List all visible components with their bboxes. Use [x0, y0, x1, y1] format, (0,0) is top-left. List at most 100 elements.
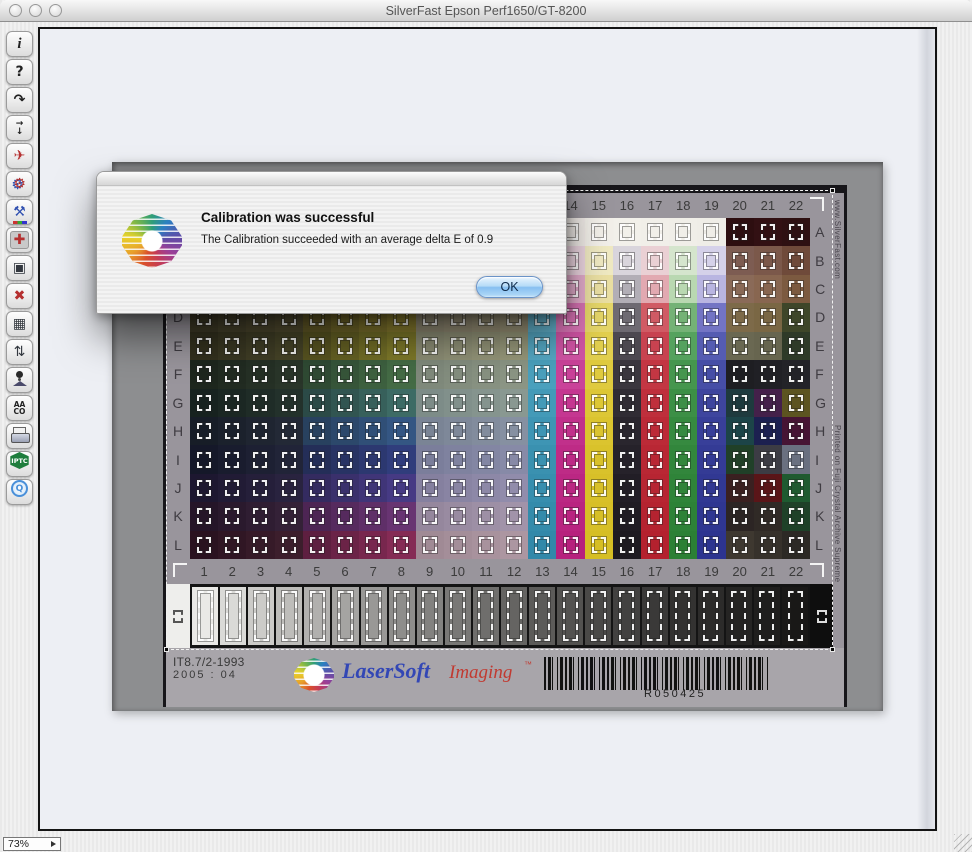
color-patch: [331, 332, 359, 360]
resize-grip[interactable]: [954, 834, 972, 852]
help-button[interactable]: ?: [6, 59, 33, 85]
grayscale-patch: [782, 587, 808, 645]
color-patch: [669, 502, 697, 530]
print-button[interactable]: [6, 423, 33, 449]
color-patch: [500, 474, 528, 502]
alert-dialog: Calibration was successful The Calibrati…: [96, 171, 567, 314]
patch-selection-ants: [592, 395, 606, 411]
grayscale-patch: [529, 587, 555, 645]
rotate-button[interactable]: ↷: [6, 87, 33, 113]
patch-selection-ants: [648, 281, 662, 297]
first-aid-button[interactable]: ✚: [6, 227, 33, 253]
color-patch: [416, 360, 444, 388]
red-cross-icon: ✚: [10, 231, 29, 249]
grayscale-patch: [670, 587, 696, 645]
ok-button[interactable]: OK: [476, 276, 543, 298]
color-tools-button[interactable]: ⚒: [6, 199, 33, 225]
text-aa-button[interactable]: AA CO: [6, 395, 33, 421]
column-number: 19: [697, 564, 725, 579]
color-patch: [641, 275, 669, 303]
patch-selection-ants: [225, 366, 239, 382]
color-patch: [697, 275, 725, 303]
patch-selection-ants: [620, 423, 634, 439]
patch-selection-ants: [451, 423, 465, 439]
color-patch: [275, 389, 303, 417]
color-patch: [613, 218, 641, 246]
airplane-button[interactable]: ✈: [6, 143, 33, 169]
column-number: 20: [726, 198, 754, 213]
grayscale-patch: [613, 587, 639, 645]
patch-selection-ants: [733, 452, 747, 468]
color-patch: [472, 332, 500, 360]
patch-selection-ants: [253, 423, 267, 439]
patch-selection-ants: [789, 309, 803, 325]
color-patch: [669, 303, 697, 331]
patch-selection-ants: [394, 452, 408, 468]
patch-selection-ants: [564, 452, 578, 468]
patch-selection-ants: [648, 480, 662, 496]
patch-selection-ants: [394, 366, 408, 382]
color-patch: [359, 389, 387, 417]
color-patch: [754, 389, 782, 417]
zoom-popup-arrow-icon: [51, 841, 56, 847]
patch-selection-ants: [310, 537, 324, 553]
patch-selection-ants: [507, 366, 521, 382]
patch-selection-ants: [676, 395, 690, 411]
color-patch: [387, 332, 415, 360]
patch-selection-ants: [310, 508, 324, 524]
color-patch: [782, 218, 810, 246]
iptc-button[interactable]: IPTC: [6, 451, 33, 477]
color-patch: [782, 275, 810, 303]
joystick-button[interactable]: [6, 367, 33, 393]
patch-selection-ants: [731, 591, 746, 641]
patch-selection-ants: [394, 591, 409, 641]
color-patch: [190, 474, 218, 502]
color-patch: [556, 360, 584, 388]
patch-selection-ants: [733, 366, 747, 382]
column-number: 12: [500, 564, 528, 579]
patch-selection-ants: [704, 224, 718, 240]
color-patch: [472, 445, 500, 473]
patch-selection-ants: [479, 338, 493, 354]
color-patch: [585, 303, 613, 331]
patch-selection-ants: [620, 537, 634, 553]
patch-selection-ants: [225, 338, 239, 354]
copy-frame-button[interactable]: ▣: [6, 255, 33, 281]
patch-selection-ants: [789, 366, 803, 382]
patch-selection-ants: [676, 281, 690, 297]
info-button[interactable]: i: [6, 31, 33, 57]
measure-button[interactable]: ⇅: [6, 339, 33, 365]
color-patch: [331, 502, 359, 530]
patch-selection-ants: [507, 338, 521, 354]
grayscale-bars: [190, 584, 810, 648]
patch-selection-ants: [535, 338, 549, 354]
patch-selection-ants: [789, 281, 803, 297]
patch-selection-ants: [507, 423, 521, 439]
patch-selection-ants: [253, 395, 267, 411]
options-button[interactable]: ⚙: [6, 171, 33, 197]
patch-row: LL: [166, 531, 844, 559]
color-patch: [585, 332, 613, 360]
column-number: 11: [472, 564, 500, 579]
column-number: 21: [754, 564, 782, 579]
color-patch: [275, 474, 303, 502]
preview-canvas[interactable]: 12345678910111213141516171819202122 AABB…: [38, 27, 937, 831]
color-patch: [275, 531, 303, 559]
color-patch: [641, 303, 669, 331]
flip-button[interactable]: → ↓: [6, 115, 33, 141]
quicktime-button[interactable]: Q: [6, 479, 33, 505]
color-patch: [387, 389, 415, 417]
zoom-indicator[interactable]: 73%: [3, 837, 61, 851]
patch-selection-ants: [450, 591, 465, 641]
color-patch: [500, 445, 528, 473]
densitometer-button[interactable]: ▦: [6, 311, 33, 337]
patch-selection-ants: [648, 366, 662, 382]
patch-selection-ants: [310, 338, 324, 354]
patch-selection-ants: [394, 537, 408, 553]
color-patch: [782, 502, 810, 530]
patch-selection-ants: [366, 366, 380, 382]
delete-frame-button[interactable]: ✖: [6, 283, 33, 309]
patch-selection-ants: [647, 591, 662, 641]
tool-palette: i?↷→ ↓✈⚙⚒ ✚ ▣✖▦⇅ AA CO IPTCQ: [3, 31, 36, 505]
patch-selection-ants: [310, 452, 324, 468]
